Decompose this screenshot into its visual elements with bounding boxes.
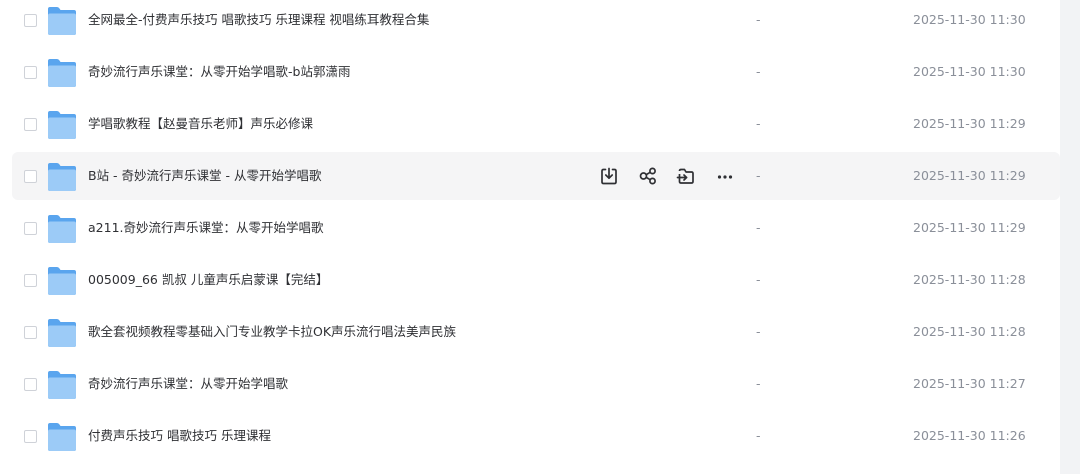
file-row[interactable]: 奇妙流行声乐课堂：从零开始学唱歌-b站郭潇雨 - 2025-11-30 11:3… [0,48,1060,100]
file-row[interactable]: B站 - 奇妙流行声乐课堂 - 从零开始学唱歌 - 2025-11-30 11:… [0,152,1060,204]
file-size: - [756,116,761,131]
file-row[interactable]: 奇妙流行声乐课堂：从零开始学唱歌 - 2025-11-30 11:27 [0,360,1060,412]
file-modified-time: 2025-11-30 11:29 [913,116,1026,131]
file-list-page: 全网最全-付费声乐技巧 唱歌技巧 乐理课程 视唱练耳教程合集 - 2025-11… [0,0,1080,474]
folder-icon [47,215,77,243]
file-row[interactable]: 学唱歌教程【赵曼音乐老师】声乐必修课 - 2025-11-30 11:29 [0,100,1060,152]
row-checkbox[interactable] [24,170,37,183]
folder-icon [47,163,77,191]
file-row[interactable]: 全网最全-付费声乐技巧 唱歌技巧 乐理课程 视唱练耳教程合集 - 2025-11… [0,0,1060,48]
row-checkbox[interactable] [24,430,37,443]
download-button[interactable] [598,165,620,187]
file-row[interactable]: 歌全套视频教程零基础入门专业教学卡拉OK声乐流行唱法美声民族 - 2025-11… [0,308,1060,360]
folder-icon [47,59,77,87]
file-name[interactable]: 付费声乐技巧 唱歌技巧 乐理课程 [88,427,271,445]
file-name[interactable]: 学唱歌教程【赵曼音乐老师】声乐必修课 [88,115,313,133]
file-list: 全网最全-付费声乐技巧 唱歌技巧 乐理课程 视唱练耳教程合集 - 2025-11… [0,0,1060,464]
file-name[interactable]: a211.奇妙流行声乐课堂：从零开始学唱歌 [88,219,324,237]
folder-icon [47,371,77,399]
row-checkbox[interactable] [24,14,37,27]
file-modified-time: 2025-11-30 11:30 [913,12,1026,27]
file-size: - [756,12,761,27]
file-size: - [756,64,761,79]
move-icon [676,168,694,184]
file-name[interactable]: 奇妙流行声乐课堂：从零开始学唱歌-b站郭潇雨 [88,63,350,81]
file-size: - [756,428,761,443]
file-name[interactable]: 全网最全-付费声乐技巧 唱歌技巧 乐理课程 视唱练耳教程合集 [88,11,429,29]
file-modified-time: 2025-11-30 11:29 [913,168,1026,183]
file-modified-time: 2025-11-30 11:29 [913,220,1026,235]
file-modified-time: 2025-11-30 11:28 [913,324,1026,339]
row-checkbox[interactable] [24,118,37,131]
file-row[interactable]: 005009_66 凯叔 儿童声乐启蒙课【完结】 - 2025-11-30 11… [0,256,1060,308]
download-icon [601,167,617,185]
scrollbar-track[interactable] [1060,0,1080,474]
file-name[interactable]: 歌全套视频教程零基础入门专业教学卡拉OK声乐流行唱法美声民族 [88,323,456,341]
move-button[interactable] [675,165,697,187]
file-row[interactable]: a211.奇妙流行声乐课堂：从零开始学唱歌 - 2025-11-30 11:29 [0,204,1060,256]
row-checkbox[interactable] [24,378,37,391]
file-size: - [756,168,761,183]
row-checkbox[interactable] [24,222,37,235]
more-icon [717,175,733,179]
file-name[interactable]: B站 - 奇妙流行声乐课堂 - 从零开始学唱歌 [88,167,322,185]
file-modified-time: 2025-11-30 11:28 [913,272,1026,287]
file-modified-time: 2025-11-30 11:26 [913,428,1026,443]
file-size: - [756,272,761,287]
more-button[interactable] [714,165,736,187]
share-button[interactable] [637,165,659,187]
file-name[interactable]: 奇妙流行声乐课堂：从零开始学唱歌 [88,375,288,393]
file-size: - [756,220,761,235]
file-modified-time: 2025-11-30 11:30 [913,64,1026,79]
file-name[interactable]: 005009_66 凯叔 儿童声乐启蒙课【完结】 [88,271,328,289]
file-size: - [756,324,761,339]
folder-icon [47,423,77,451]
folder-icon [47,7,77,35]
row-checkbox[interactable] [24,66,37,79]
row-checkbox[interactable] [24,274,37,287]
file-size: - [756,376,761,391]
file-modified-time: 2025-11-30 11:27 [913,376,1026,391]
folder-icon [47,319,77,347]
file-row[interactable]: 付费声乐技巧 唱歌技巧 乐理课程 - 2025-11-30 11:26 [0,412,1060,464]
folder-icon [47,111,77,139]
row-checkbox[interactable] [24,326,37,339]
folder-icon [47,267,77,295]
share-icon [639,167,656,185]
